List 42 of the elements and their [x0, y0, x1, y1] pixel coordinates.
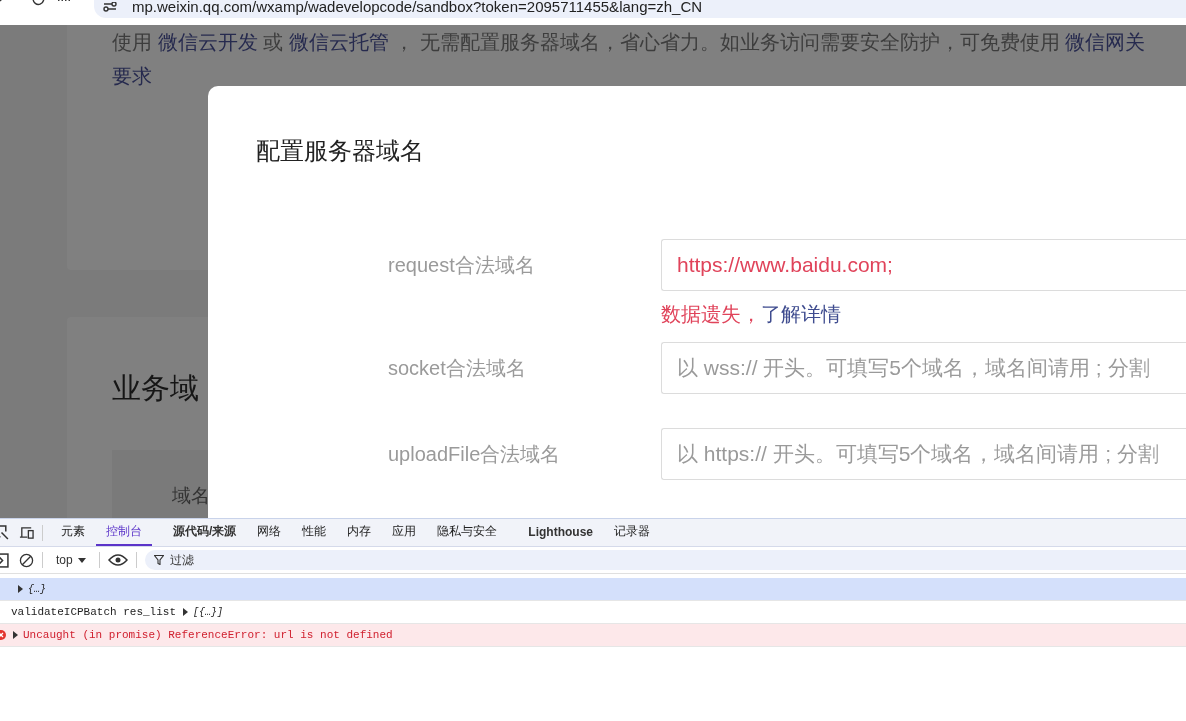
- error-message: Uncaught (in promise) ReferenceError: url is not defined: [23, 629, 393, 641]
- devtools-tab[interactable]: 控制台: [96, 519, 152, 546]
- context-dropdown[interactable]: top: [51, 553, 91, 567]
- input-field[interactable]: 以 https:// 开头。可填写5个域名，域名间请用 ; 分割: [661, 428, 1186, 480]
- clear-icon[interactable]: [19, 552, 34, 568]
- devtools-tab[interactable]: Lighthouse: [518, 519, 603, 546]
- section-title: 业务域: [112, 371, 199, 406]
- notice-link[interactable]: 微信云开发: [157, 31, 258, 53]
- learn-more-link[interactable]: 了解详情: [761, 303, 841, 325]
- notice-link[interactable]: 微信云托管: [288, 31, 389, 53]
- column-header: 域名: [172, 484, 210, 508]
- caret-icon: [77, 557, 86, 563]
- site-info-icon: [102, 2, 118, 12]
- input-field[interactable]: https://www.baidu.com;: [661, 239, 1186, 291]
- devtools-tab[interactable]: 内存: [337, 519, 382, 546]
- dialog-title: 配置服务器域名: [256, 136, 424, 166]
- devtools-tab[interactable]: 性能: [292, 519, 337, 546]
- expand-icon[interactable]: [18, 585, 23, 593]
- field-label: socket合法域名: [388, 356, 527, 381]
- url-text: mp.weixin.qq.com/wxamp/wadevelopcode/sandbox?token=2095711455&lang=zh_CN: [132, 0, 703, 15]
- filter-icon: [153, 555, 164, 565]
- expand-icon[interactable]: [183, 608, 189, 616]
- console-object[interactable]: [{…}]: [193, 606, 224, 618]
- devtools-tab[interactable]: 应用: [382, 519, 427, 546]
- filter-field[interactable]: 过滤: [144, 550, 1186, 570]
- devtools-tab[interactable]: 源代码/来源: [163, 519, 247, 546]
- address-bar[interactable]: mp.weixin.qq.com/wxamp/wadevelopcode/sandbox?token=2095711455&lang=zh_CN: [94, 0, 1186, 18]
- input-field[interactable]: 以 wss:// 开头。可填写5个域名，域名间请用 ; 分割: [661, 342, 1186, 394]
- error-text: 数据遗失，了解详情: [661, 302, 842, 327]
- notice-text: 使用 微信云开发 或 微信云托管 ， 无需配置服务器域名，省心省力。如业务访问需要安全防护，可免费使用 微信网关: [112, 30, 1146, 55]
- devtools-tab[interactable]: 网络: [247, 519, 292, 546]
- console-object[interactable]: {…}: [28, 583, 46, 595]
- eye-icon[interactable]: [107, 554, 128, 566]
- devtools-tab[interactable]: 记录器: [604, 519, 660, 546]
- devtools-tab[interactable]: 元素: [51, 519, 95, 546]
- console-message: validateICPBatch res_list: [11, 606, 177, 618]
- notice-link[interactable]: 要求: [112, 61, 152, 91]
- expand-icon[interactable]: [13, 631, 18, 639]
- device-icon[interactable]: [19, 525, 34, 540]
- devtools-tab[interactable]: 隐私与安全: [427, 519, 508, 546]
- field-label: uploadFile合法域名: [388, 442, 562, 467]
- field-label: request合法域名: [388, 253, 536, 278]
